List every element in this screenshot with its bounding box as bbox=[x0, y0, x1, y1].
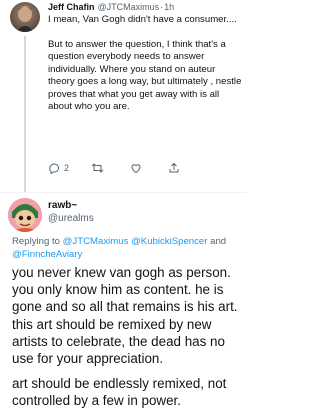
author-name[interactable]: rawb~ bbox=[48, 199, 94, 212]
share-button[interactable] bbox=[168, 162, 180, 174]
retweet-button[interactable] bbox=[91, 162, 108, 174]
tweet2-paragraph: you never knew van gogh as person. you o… bbox=[12, 265, 238, 367]
tweet-jeff-chafin: Jeff Chafin @JTCMaximus·1h I mean, Van Go… bbox=[0, 0, 247, 192]
reply-button[interactable]: 2 bbox=[48, 162, 69, 174]
tweet1-actions: 2 bbox=[48, 161, 238, 175]
tweet1-text: I mean, Van Gogh didn't have a consumer.… bbox=[48, 14, 244, 114]
and-word: and bbox=[210, 236, 227, 247]
author-name[interactable]: Jeff Chafin bbox=[48, 2, 95, 12]
tweet-divider bbox=[0, 192, 247, 193]
separator: · bbox=[160, 2, 164, 12]
share-icon bbox=[169, 162, 179, 173]
tweet1-paragraph: I mean, Van Gogh didn't have a consumer.… bbox=[48, 14, 237, 25]
timestamp[interactable]: 1h bbox=[164, 2, 174, 12]
retweet-icon bbox=[91, 163, 104, 173]
tweet1-header: Jeff Chafin @JTCMaximus·1h bbox=[48, 1, 244, 13]
avatar-rawb[interactable] bbox=[8, 198, 42, 232]
heart-icon bbox=[131, 164, 141, 174]
author-handle[interactable]: @JTCMaximus bbox=[98, 2, 160, 12]
tweet2-author: rawb~ @urealms bbox=[48, 199, 94, 225]
reply-count: 2 bbox=[64, 163, 70, 173]
replying-prefix: Replying to bbox=[12, 236, 60, 247]
reply-icon bbox=[49, 163, 59, 174]
tweet1-content: Jeff Chafin @JTCMaximus·1h I mean, Van Go… bbox=[48, 0, 244, 126]
mention-link[interactable]: @KubickiSpencer bbox=[131, 236, 207, 247]
mention-link[interactable]: @FinncheAviary bbox=[12, 249, 82, 260]
replying-to: Replying to @JTCMaximus @KubickiSpencer … bbox=[12, 236, 244, 261]
like-button[interactable] bbox=[130, 162, 146, 174]
tweet1-paragraph: But to answer the question, I think that… bbox=[48, 38, 242, 113]
author-handle[interactable]: @urealms bbox=[48, 212, 94, 225]
thread-line bbox=[24, 36, 26, 192]
tweet2-text: you never knew van gogh as person. you o… bbox=[12, 264, 244, 418]
tweet2-paragraph: art should be endlessly remixed, not con… bbox=[12, 376, 227, 409]
avatar-jeff-chafin[interactable] bbox=[10, 2, 40, 32]
mention-link[interactable]: @JTCMaximus bbox=[63, 236, 129, 247]
